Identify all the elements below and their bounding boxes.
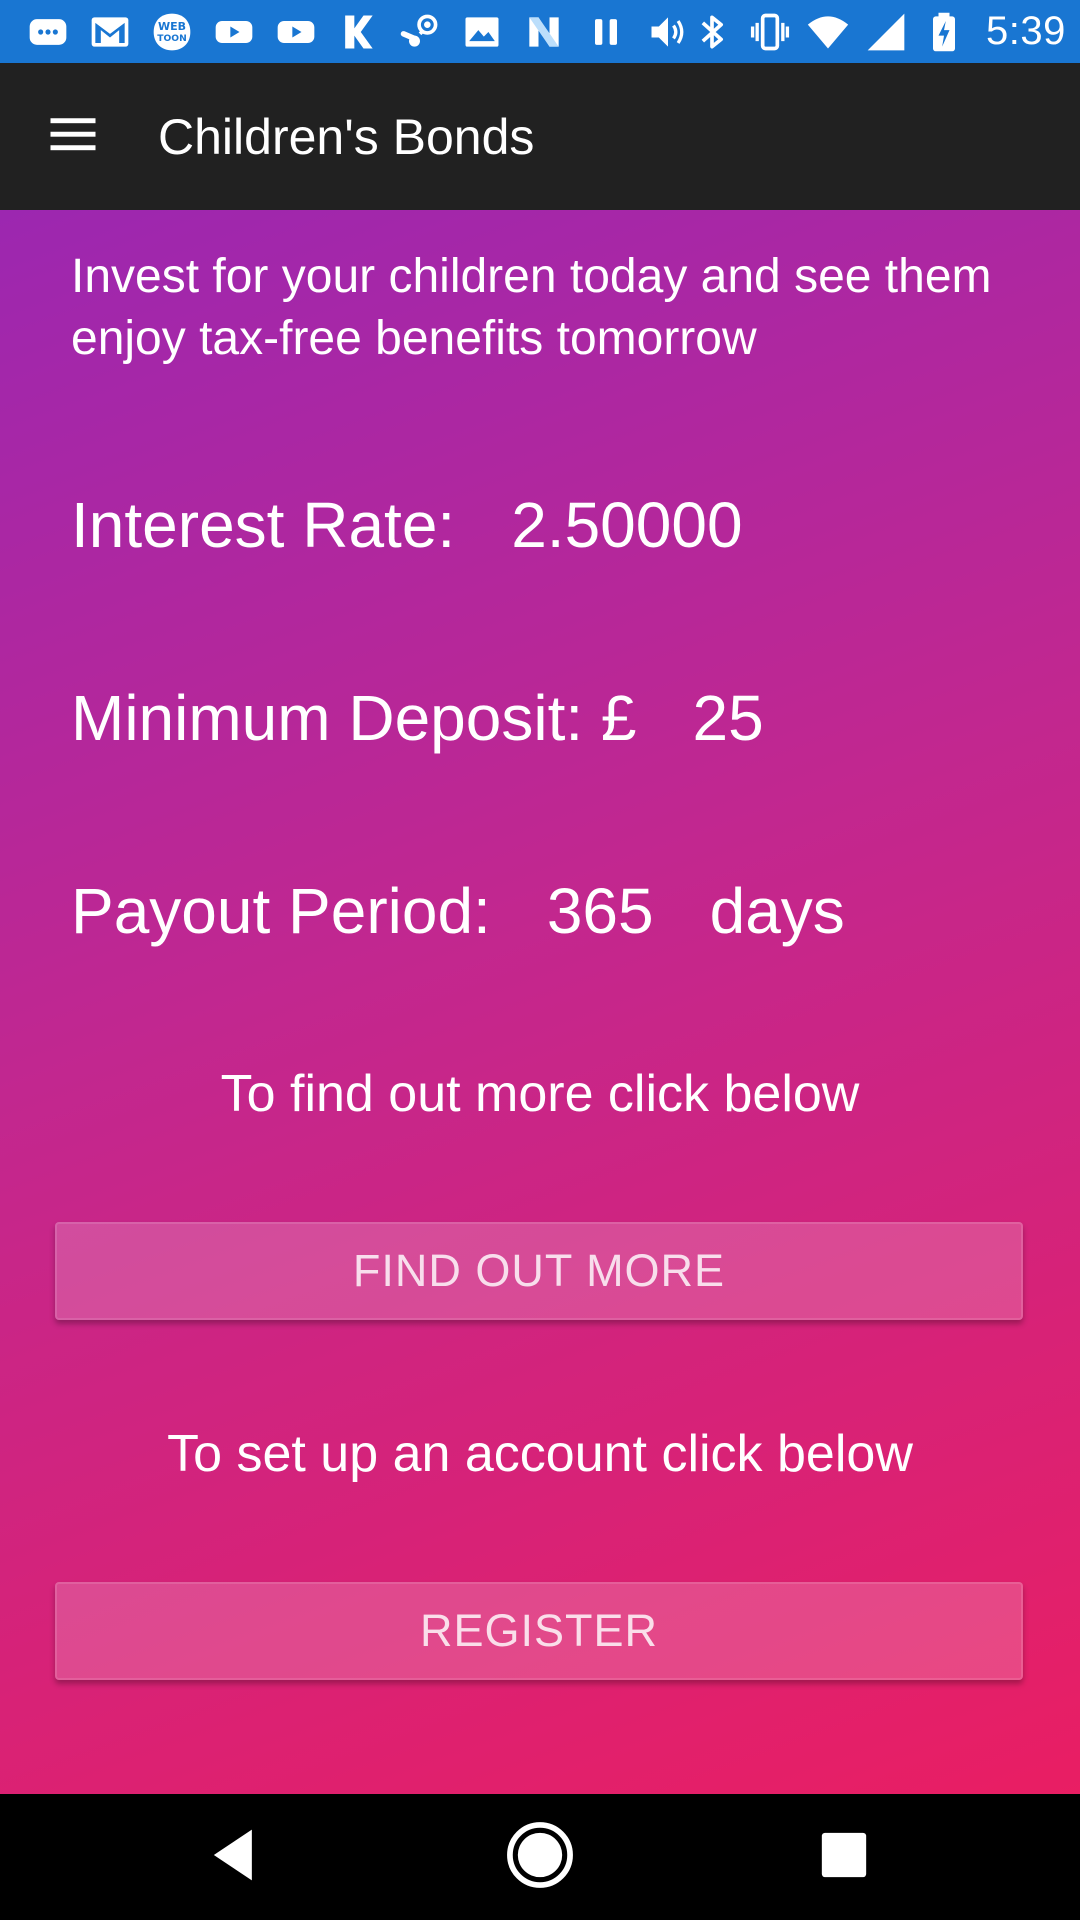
home-button[interactable]	[502, 1819, 578, 1895]
svg-text:TOON: TOON	[157, 33, 186, 44]
svg-text:WEB: WEB	[158, 20, 186, 33]
payout-period-unit: days	[709, 875, 845, 947]
battery-charging-icon	[922, 10, 966, 54]
tagline: Invest for your children today and see t…	[71, 250, 992, 365]
navigation-bar	[0, 1794, 1080, 1920]
youtube-icon	[274, 10, 318, 54]
gmail-icon	[88, 10, 132, 54]
payout-period-row: Payout Period: 365 days	[71, 871, 845, 951]
menu-button[interactable]	[46, 110, 100, 164]
interest-rate-label: Interest Rate:	[71, 489, 456, 561]
status-bar: WEB TOON 5:39	[0, 0, 1080, 63]
vibrate-icon	[748, 10, 792, 54]
hamburger-menu-icon	[46, 107, 100, 166]
find-out-more-prompt: To find out more click below	[220, 1065, 860, 1123]
minimum-deposit-label: Minimum Deposit: £	[71, 682, 637, 754]
recent-apps-icon	[806, 1817, 882, 1898]
back-icon	[198, 1817, 274, 1898]
photos-icon	[460, 10, 504, 54]
system-icons: 5:39	[690, 9, 1066, 54]
volume-icon	[646, 10, 690, 54]
youtube-icon	[212, 10, 256, 54]
register-button[interactable]: REGISTER	[55, 1582, 1023, 1680]
cell-signal-icon	[864, 10, 908, 54]
app-bar: Children's Bonds	[0, 63, 1080, 210]
k-app-icon	[336, 10, 380, 54]
main-content: Invest for your children today and see t…	[0, 210, 1080, 1794]
page-title: Children's Bonds	[158, 108, 535, 165]
payout-period-label: Payout Period:	[71, 875, 491, 947]
setup-account-prompt: To set up an account click below	[167, 1425, 913, 1483]
minimum-deposit-value: 25	[692, 682, 764, 754]
recent-apps-button[interactable]	[806, 1819, 882, 1895]
steam-icon	[398, 10, 442, 54]
minimum-deposit-row: Minimum Deposit: £ 25	[71, 678, 764, 758]
messages-icon	[26, 10, 70, 54]
webtoon-icon: WEB TOON	[150, 10, 194, 54]
clock: 5:39	[986, 9, 1066, 53]
interest-rate-value: 2.50000	[511, 489, 743, 561]
n-app-icon	[522, 10, 566, 54]
wifi-icon	[806, 10, 850, 54]
pause-icon	[584, 10, 628, 54]
back-button[interactable]	[198, 1819, 274, 1895]
home-icon	[502, 1817, 578, 1898]
payout-period-value: 365	[546, 875, 654, 947]
find-out-more-button[interactable]: FIND OUT MORE	[55, 1222, 1023, 1320]
interest-rate-row: Interest Rate: 2.50000	[71, 485, 743, 565]
bluetooth-icon	[690, 10, 734, 54]
notification-icons: WEB TOON	[26, 10, 690, 54]
